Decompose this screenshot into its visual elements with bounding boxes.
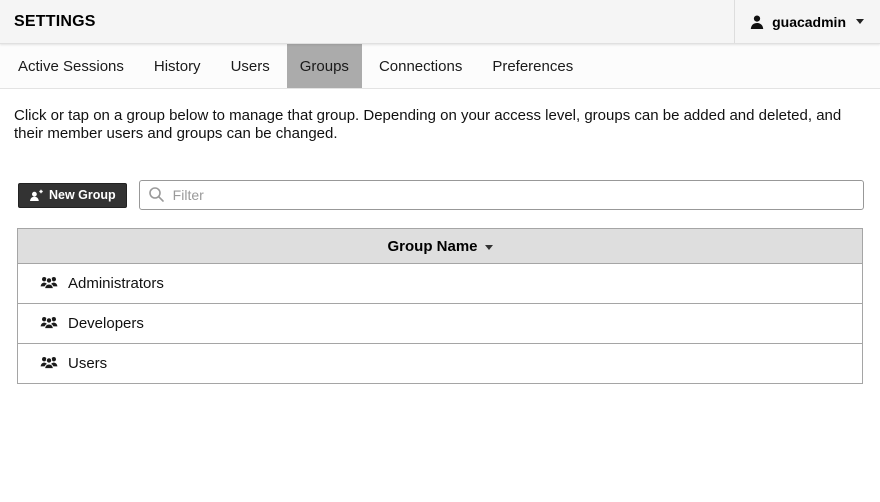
- new-group-button[interactable]: New Group: [18, 183, 127, 208]
- tab-active-sessions[interactable]: Active Sessions: [5, 44, 137, 88]
- new-group-button-label: New Group: [49, 188, 116, 202]
- group-row-administrators[interactable]: Administrators: [18, 263, 862, 303]
- add-group-icon: [29, 189, 43, 202]
- group-name: Developers: [68, 315, 144, 332]
- tab-groups[interactable]: Groups: [287, 44, 362, 88]
- group-row-users[interactable]: Users: [18, 343, 862, 383]
- groups-table: Group Name Administrators: [17, 228, 863, 384]
- group-name: Users: [68, 355, 107, 372]
- tab-connections[interactable]: Connections: [366, 44, 475, 88]
- user-icon: [749, 14, 765, 30]
- groups-page: Click or tap on a group below to manage …: [0, 89, 880, 384]
- action-bar: New Group: [18, 180, 864, 210]
- tab-history[interactable]: History: [141, 44, 214, 88]
- settings-tab-bar: Active Sessions History Users Groups Con…: [0, 44, 880, 89]
- sort-descending-icon: [485, 245, 493, 250]
- filter-box: [139, 180, 864, 210]
- page-title: SETTINGS: [0, 13, 96, 31]
- tab-users[interactable]: Users: [218, 44, 283, 88]
- column-header-group-name[interactable]: Group Name: [18, 229, 862, 263]
- column-header-label: Group Name: [387, 238, 477, 255]
- group-row-developers[interactable]: Developers: [18, 303, 862, 343]
- group-icon: [40, 275, 58, 293]
- group-icon: [40, 315, 58, 333]
- user-name: guacadmin: [772, 14, 846, 30]
- user-menu[interactable]: guacadmin: [734, 0, 880, 43]
- page-description: Click or tap on a group below to manage …: [14, 107, 860, 143]
- app-header: SETTINGS guacadmin: [0, 0, 880, 44]
- filter-input[interactable]: [139, 180, 864, 210]
- group-icon: [40, 355, 58, 373]
- chevron-down-icon: [856, 19, 864, 24]
- group-name: Administrators: [68, 275, 164, 292]
- tab-preferences[interactable]: Preferences: [479, 44, 586, 88]
